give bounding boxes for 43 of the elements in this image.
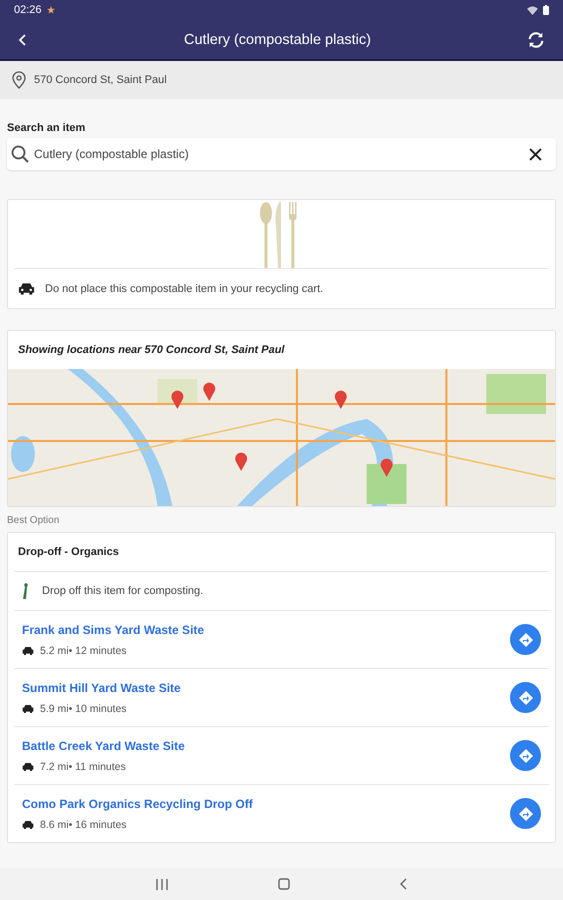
location-link[interactable]: Como Park Organics Recycling Drop Off bbox=[22, 796, 510, 810]
address-text: 570 Concord St, Saint Paul bbox=[34, 74, 167, 86]
directions-button[interactable] bbox=[510, 682, 541, 713]
car-icon bbox=[22, 704, 34, 714]
map-title: Showing locations near 570 Concord St, Saint Paul bbox=[17, 343, 286, 358]
directions-button[interactable] bbox=[510, 740, 541, 771]
search-label: Search an item bbox=[7, 122, 86, 134]
back-icon[interactable] bbox=[400, 878, 408, 890]
note-text: Do not place this compostable item in your recycling cart. bbox=[45, 282, 324, 294]
directions-icon bbox=[518, 632, 534, 648]
distance-text: 7.2 mi• 11 minutes bbox=[40, 760, 126, 772]
directions-icon bbox=[518, 806, 534, 822]
directions-icon bbox=[518, 748, 534, 764]
distance-text: 8.6 mi• 16 minutes bbox=[40, 818, 127, 830]
info-text: Drop off this item for composting. bbox=[42, 585, 204, 597]
distance-text: 5.2 mi• 12 minutes bbox=[40, 644, 127, 656]
car-icon bbox=[18, 282, 35, 296]
best-option-label: Best Option bbox=[7, 515, 60, 526]
distance-text: 5.9 mi• 10 minutes bbox=[40, 702, 127, 714]
option-title: Drop-off - Organics bbox=[17, 545, 120, 560]
location-link[interactable]: Battle Creek Yard Waste Site bbox=[22, 738, 510, 752]
search-field[interactable]: Cutlery (compostable plastic) bbox=[7, 138, 556, 170]
location-link[interactable]: Frank and Sims Yard Waste Site bbox=[22, 622, 510, 636]
status-time: 02:26 bbox=[14, 4, 42, 16]
search-icon bbox=[11, 145, 29, 163]
wifi-icon bbox=[527, 6, 538, 14]
refresh-icon bbox=[527, 30, 545, 48]
battery-icon bbox=[543, 5, 549, 15]
car-icon bbox=[22, 820, 34, 830]
directions-button[interactable] bbox=[510, 624, 541, 655]
directions-icon bbox=[518, 690, 534, 706]
page-title: Cutlery (compostable plastic) bbox=[183, 32, 372, 48]
close-icon bbox=[529, 148, 542, 160]
chevron-left-icon bbox=[18, 34, 28, 46]
car-icon bbox=[22, 762, 34, 772]
location-link[interactable]: Summit Hill Yard Waste Site bbox=[22, 680, 510, 694]
directions-button[interactable] bbox=[510, 798, 541, 829]
car-icon bbox=[22, 646, 34, 656]
home-icon[interactable] bbox=[278, 878, 290, 890]
location-pin-icon bbox=[12, 71, 26, 89]
star-icon bbox=[46, 6, 55, 14]
search-value: Cutlery (compostable plastic) bbox=[34, 147, 190, 161]
recent-apps-icon[interactable] bbox=[156, 878, 168, 890]
